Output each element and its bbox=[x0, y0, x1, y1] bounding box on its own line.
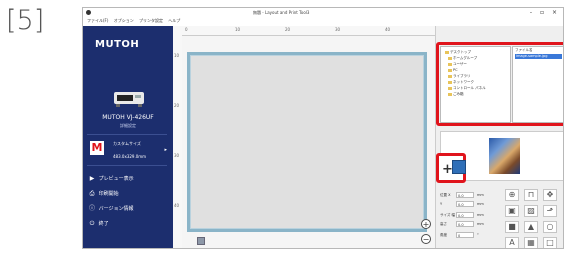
text-icon[interactable]: A bbox=[505, 237, 519, 248]
sidebar-nav: ▶ プレビュー表示 ⎙ 印刷開始 ⓘ バージョン情報 ⏻ 終了 bbox=[87, 171, 169, 231]
file-browser-highlight bbox=[436, 42, 563, 126]
printer-icon bbox=[114, 92, 144, 107]
ruler-tick: 0 bbox=[185, 27, 188, 32]
width-input[interactable]: 0.0 bbox=[456, 212, 474, 218]
nav-version[interactable]: ⓘ バージョン情報 bbox=[87, 201, 169, 216]
media-type: カスタムサイズ bbox=[113, 141, 141, 146]
info-icon: ⓘ bbox=[88, 205, 95, 212]
rotate-icon[interactable]: ⬏ bbox=[543, 205, 557, 217]
print-canvas[interactable] bbox=[187, 52, 427, 232]
play-icon: ▶ bbox=[89, 175, 95, 182]
sidebar: MUTOH MUTOH VJ-426UF 詳細設定 M カスタムサイズ 483.… bbox=[83, 26, 173, 248]
layout-tools: ⊕ ⊓ ✥ ▣ ▨ ⬏ ■ ▲ ○ A ▦ □ bbox=[505, 189, 563, 248]
chevron-right-icon: ▸ bbox=[164, 147, 167, 153]
printer-settings-link[interactable]: 詳細設定 bbox=[83, 123, 173, 129]
height-input[interactable]: 0.0 bbox=[456, 221, 474, 227]
nav-print-label: 印刷開始 bbox=[98, 191, 119, 197]
mutoh-logo: MUTOH bbox=[95, 39, 140, 50]
align-vertical-icon[interactable]: ⊓ bbox=[524, 189, 538, 201]
ruler-tick: 30 bbox=[174, 153, 180, 158]
prop-x: 位置 X 0.0 mm bbox=[440, 192, 484, 198]
media-m-icon: M bbox=[90, 141, 104, 155]
nav-exit-label: 終了 bbox=[98, 221, 109, 227]
save-icon[interactable] bbox=[197, 237, 205, 245]
image-icon bbox=[452, 160, 466, 174]
zoom-out-icon[interactable]: − bbox=[421, 234, 431, 244]
prop-angle: 角度 0 ° bbox=[440, 232, 479, 238]
print-icon: ⎙ bbox=[89, 190, 95, 197]
app-window: 無題 - Layout and Print Tool3 - ▫ × ファイル(F… bbox=[82, 7, 564, 249]
fit-image-icon[interactable]: ▣ bbox=[505, 205, 519, 217]
properties-panel: 位置 X 0.0 mm Y 0.0 mm サイズ 幅 0.0 mm 高さ 0.0… bbox=[440, 192, 500, 248]
nav-print[interactable]: ⎙ 印刷開始 bbox=[87, 186, 169, 201]
media-size: 483.0x329.0mm bbox=[113, 154, 147, 159]
window-controls[interactable]: - ▫ × bbox=[530, 9, 560, 16]
ruler-tick: 20 bbox=[285, 27, 291, 32]
power-icon: ⏻ bbox=[89, 220, 95, 227]
qr-code-icon[interactable]: ▦ bbox=[524, 237, 538, 248]
align-center-icon[interactable]: ✥ bbox=[543, 189, 557, 201]
rectangle-icon[interactable]: ■ bbox=[505, 221, 519, 233]
add-image-button[interactable]: + bbox=[436, 153, 466, 183]
window-title: 無題 - Layout and Print Tool3 bbox=[253, 10, 310, 15]
app-icon bbox=[86, 10, 91, 15]
ruler-tick: 40 bbox=[174, 203, 180, 208]
menu-printer-settings[interactable]: プリンタ設定 bbox=[139, 18, 163, 24]
prop-width: サイズ 幅 0.0 mm bbox=[440, 212, 484, 218]
step-label: [5] bbox=[6, 5, 45, 36]
ruler-tick: 10 bbox=[235, 27, 241, 32]
pos-x-input[interactable]: 0.0 bbox=[456, 192, 474, 198]
nav-version-label: バージョン情報 bbox=[98, 206, 134, 212]
prop-y: Y 0.0 mm bbox=[440, 201, 484, 207]
angle-input[interactable]: 0 bbox=[456, 232, 474, 238]
menu-options[interactable]: オプション bbox=[114, 18, 134, 24]
frame-icon[interactable]: □ bbox=[543, 237, 557, 248]
menu-help[interactable]: ヘルプ bbox=[168, 18, 180, 24]
zoom-in-icon[interactable]: + bbox=[421, 219, 431, 229]
ruler-tick: 30 bbox=[335, 27, 341, 32]
ruler-horizontal: 0 10 20 30 40 bbox=[173, 26, 435, 36]
ruler-tick: 10 bbox=[174, 53, 180, 58]
menu-file[interactable]: ファイル(F) bbox=[87, 18, 108, 24]
pos-y-input[interactable]: 0.0 bbox=[456, 201, 474, 207]
right-panel: デスクトップ ホームグループ ユーザー PC ライブラリ ネットワーク コントロ… bbox=[435, 26, 563, 248]
nav-exit[interactable]: ⏻ 終了 bbox=[87, 216, 169, 231]
image-fit-icon[interactable]: ▨ bbox=[524, 205, 538, 217]
triangle-icon[interactable]: ▲ bbox=[524, 221, 538, 233]
circle-icon[interactable]: ○ bbox=[543, 221, 557, 233]
ruler-tick: 20 bbox=[174, 103, 180, 108]
prop-height: 高さ 0.0 mm bbox=[440, 221, 484, 227]
preview-thumbnail bbox=[489, 138, 520, 174]
ruler-tick: 40 bbox=[385, 27, 391, 32]
align-horizontal-icon[interactable]: ⊕ bbox=[505, 189, 519, 201]
title-bar: 無題 - Layout and Print Tool3 - ▫ × bbox=[83, 8, 563, 18]
media-selector[interactable]: M カスタムサイズ 483.0x329.0mm ▸ bbox=[87, 134, 167, 166]
nav-preview[interactable]: ▶ プレビュー表示 bbox=[87, 171, 169, 186]
menu-bar: ファイル(F) オプション プリンタ設定 ヘルプ bbox=[83, 18, 563, 26]
nav-preview-label: プレビュー表示 bbox=[98, 176, 134, 182]
printer-name[interactable]: MUTOH VJ-426UF bbox=[83, 114, 173, 121]
